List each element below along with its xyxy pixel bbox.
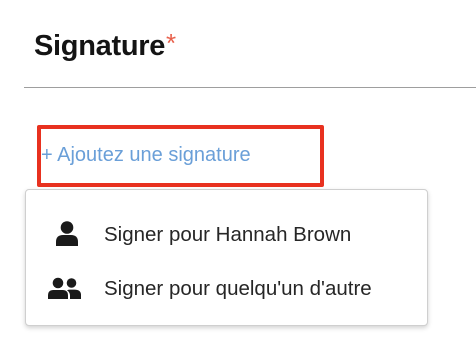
section-divider	[24, 87, 476, 88]
signature-options-menu: Signer pour Hannah Brown Signer pour que…	[25, 189, 428, 326]
menu-item-label: Signer pour Hannah Brown	[104, 223, 352, 246]
add-signature-link[interactable]: + Ajoutez une signature	[41, 143, 251, 167]
menu-item-sign-self[interactable]: Signer pour Hannah Brown	[26, 210, 427, 260]
section-title-text: Signature	[34, 30, 166, 62]
required-marker: *	[166, 28, 176, 58]
signature-page: Signature* + Ajoutez une signature Signe…	[0, 0, 476, 340]
user-icon	[50, 220, 84, 248]
menu-item-label: Signer pour quelqu'un d'autre	[104, 277, 372, 300]
menu-item-sign-other[interactable]: Signer pour quelqu'un d'autre	[26, 264, 427, 314]
section-title: Signature*	[34, 30, 176, 62]
users-icon	[46, 274, 81, 302]
